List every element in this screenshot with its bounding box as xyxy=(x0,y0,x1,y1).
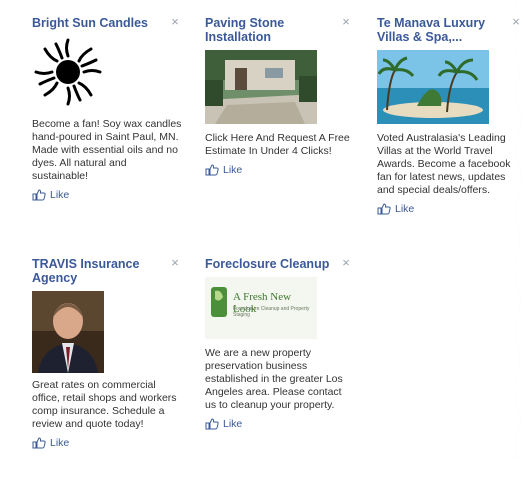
ad-image-paving[interactable] xyxy=(205,50,317,124)
ad-body-text: Become a fan! Soy wax candles hand-poure… xyxy=(32,118,182,182)
close-icon[interactable]: × xyxy=(339,15,353,29)
like-label: Like xyxy=(223,164,243,176)
logo-subtext: Foreclosure Cleanup and Property Staging xyxy=(233,306,310,318)
ad-foreclosure-cleanup: Foreclosure Cleanup × A Fresh New Look F… xyxy=(205,256,353,430)
like-label: Like xyxy=(50,189,70,201)
close-icon[interactable]: × xyxy=(168,256,182,270)
close-icon[interactable]: × xyxy=(509,15,523,29)
ad-bright-sun-candles: Bright Sun Candles × Become a fan! Soy w… xyxy=(32,15,182,202)
thumbs-up-icon xyxy=(377,203,391,215)
ad-body-text: Click Here And Request A Free Estimate I… xyxy=(205,132,350,157)
close-icon[interactable]: × xyxy=(339,256,353,270)
like-label: Like xyxy=(223,418,243,430)
like-button[interactable]: Like xyxy=(377,203,523,215)
thumbs-up-icon xyxy=(205,164,219,176)
like-label: Like xyxy=(395,203,415,215)
ad-body-text: Voted Australasia's Leading Villas at th… xyxy=(377,132,511,196)
ad-body-text: Great rates on commercial office, retail… xyxy=(32,379,177,430)
close-icon[interactable]: × xyxy=(168,15,182,29)
paving-photo xyxy=(205,50,317,124)
thumbs-up-icon xyxy=(205,418,219,430)
ad-image-portrait[interactable] xyxy=(32,291,104,373)
thumbs-up-icon xyxy=(32,437,46,449)
like-button[interactable]: Like xyxy=(32,189,182,201)
ad-travis-insurance: TRAVIS Insurance Agency × Great rates on… xyxy=(32,256,182,449)
ad-image-logo[interactable]: A Fresh New Look Foreclosure Cleanup and… xyxy=(205,277,317,339)
thumbs-up-icon xyxy=(32,189,46,201)
ad-image-sun[interactable] xyxy=(32,36,104,108)
ad-title[interactable]: Te Manava Luxury Villas & Spa,... xyxy=(377,16,523,44)
ad-title[interactable]: Paving Stone Installation xyxy=(205,16,353,44)
ad-title[interactable]: TRAVIS Insurance Agency xyxy=(32,257,182,285)
like-button[interactable]: Like xyxy=(205,418,353,430)
ad-te-manava: Te Manava Luxury Villas & Spa,... × Vote… xyxy=(377,15,523,215)
ad-title[interactable]: Bright Sun Candles xyxy=(32,16,182,30)
like-button[interactable]: Like xyxy=(32,437,182,449)
ad-paving-stone: Paving Stone Installation × Click Here A… xyxy=(205,15,353,176)
beach-photo xyxy=(377,50,489,124)
sun-icon xyxy=(34,38,102,106)
like-button[interactable]: Like xyxy=(205,164,353,176)
ad-body-text: We are a new property preservation busin… xyxy=(205,347,343,411)
ad-image-beach[interactable] xyxy=(377,50,489,124)
ad-title[interactable]: Foreclosure Cleanup xyxy=(205,257,353,271)
like-label: Like xyxy=(50,437,70,449)
portrait-photo xyxy=(32,291,104,373)
